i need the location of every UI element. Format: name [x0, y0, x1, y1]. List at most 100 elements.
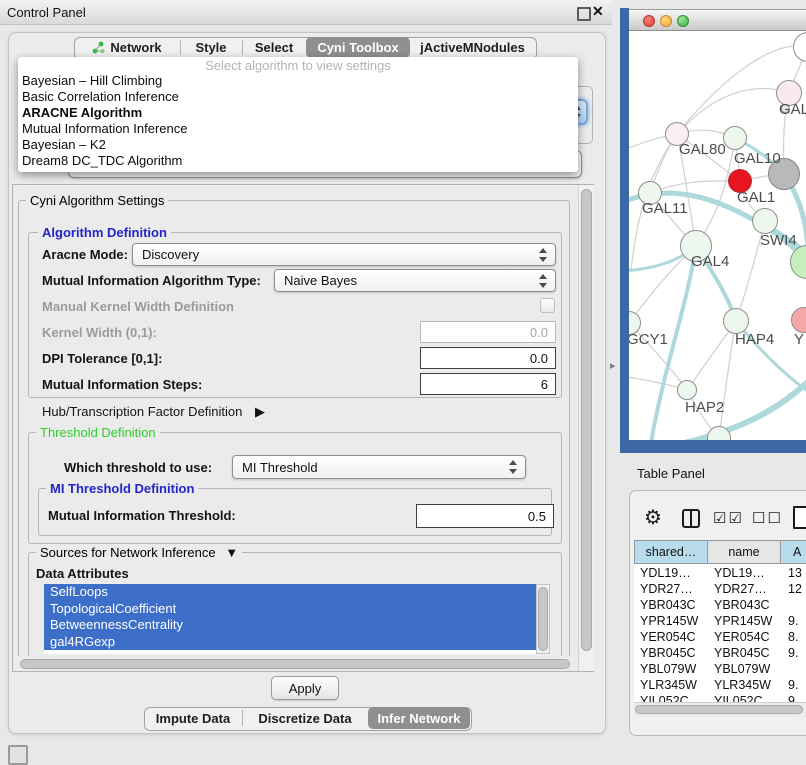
control-panel-titlebar: Control Panel ✕	[0, 0, 612, 25]
kernel-width-label: Kernel Width (0,1):	[42, 325, 157, 340]
table-row[interactable]: YIL052C	[640, 694, 689, 702]
algorithm-option[interactable]: Bayesian – K2	[18, 137, 578, 153]
tab-cyni-toolbox[interactable]: Cyni Toolbox	[306, 37, 410, 58]
close-icon[interactable]: ✕	[592, 3, 604, 20]
tab-network[interactable]: Network	[74, 37, 180, 58]
attribute-item[interactable]: TopologicalCoefficient	[44, 601, 536, 618]
mi-threshold-label: Mutual Information Threshold:	[48, 508, 236, 523]
deselect-all-checks-icon[interactable]: ☐☐	[752, 509, 783, 527]
node-gal10[interactable]	[723, 126, 747, 150]
node-hap2[interactable]	[677, 380, 697, 400]
table-row[interactable]: YDL19…	[640, 566, 691, 580]
node-label: GAL1	[737, 189, 775, 206]
tab-style[interactable]: Style	[180, 37, 242, 58]
split-columns-icon[interactable]	[682, 509, 700, 528]
tab-impute-data-label: Impute Data	[156, 711, 230, 726]
network-icon	[92, 41, 105, 54]
table-panel-title: Table Panel	[637, 466, 705, 481]
table-row[interactable]: YBR045C	[640, 646, 696, 660]
table-row[interactable]: YBL079W	[640, 662, 696, 676]
table-row[interactable]: YBR043C	[640, 598, 696, 612]
which-threshold-value: MI Threshold	[242, 460, 318, 475]
close-traffic-light[interactable]	[643, 15, 655, 27]
collapsed-panel-icon[interactable]	[8, 745, 28, 765]
attribute-item[interactable]: gal4RGexp	[44, 634, 536, 651]
mi-type-combo[interactable]: Naive Bayes	[274, 269, 556, 292]
manual-kernel-label: Manual Kernel Width Definition	[42, 299, 234, 314]
node-label: GAL10	[734, 150, 781, 167]
tab-jactivemnodules[interactable]: jActiveMNodules	[410, 37, 535, 58]
sources-group-title[interactable]: Sources for Network Inference ▼	[36, 545, 242, 560]
cyni-settings-group-title: Cyni Algorithm Settings	[26, 193, 168, 208]
node-swi4[interactable]	[752, 208, 778, 234]
mi-threshold-field[interactable]: 0.5	[416, 504, 554, 528]
tab-cyni-toolbox-label: Cyni Toolbox	[317, 40, 398, 55]
tab-discretize-data[interactable]: Discretize Data	[242, 707, 368, 729]
node-label-partial: GAL	[779, 101, 806, 118]
column-header-name-label: name	[728, 545, 759, 559]
hub-definition-label: Hub/Transcription Factor Definition	[42, 404, 242, 419]
algorithm-option[interactable]: Mutual Information Inference	[18, 121, 578, 137]
dpi-tolerance-field[interactable]: 0.0	[420, 347, 556, 369]
minimize-traffic-light[interactable]	[660, 15, 672, 27]
control-panel-title: Control Panel	[7, 5, 86, 20]
float-icon[interactable]	[577, 7, 591, 21]
network-canvas[interactable]: GAL80 GAL10 GAL1 GAL11 SWI4 GAL4 GCY1 HA…	[629, 31, 806, 440]
column-header-shared-label: shared…	[646, 545, 697, 559]
settings-horizontal-scrollbar[interactable]	[13, 656, 578, 671]
mi-steps-field[interactable]: 6	[420, 373, 556, 395]
column-header-partial[interactable]: A	[780, 540, 806, 564]
column-header-name[interactable]: name	[707, 540, 781, 564]
zoom-traffic-light[interactable]	[677, 15, 689, 27]
node-label: HAP4	[735, 331, 774, 348]
new-table-icon[interactable]	[793, 506, 806, 529]
algorithm-option[interactable]: Dream8 DC_TDC Algorithm	[18, 153, 578, 169]
attribute-item[interactable]: SelfLoops	[44, 584, 536, 601]
tab-impute-data[interactable]: Impute Data	[144, 707, 242, 729]
hub-definition-toggle[interactable]: Hub/Transcription Factor Definition ▶	[42, 404, 265, 420]
aracne-mode-combo[interactable]: Discovery	[132, 243, 556, 266]
stepper-icon	[509, 460, 518, 474]
algorithm-definition-title: Algorithm Definition	[38, 225, 171, 240]
gear-icon[interactable]: ⚙	[644, 505, 662, 530]
table-body: YDL19… YDL19… 13 YDR27… YDR27… 12 YBR043…	[634, 564, 806, 702]
tab-separator	[180, 40, 181, 55]
table-row[interactable]: YPR145W	[640, 614, 698, 628]
attributes-scrollbar[interactable]	[536, 584, 550, 654]
aracne-mode-label: Aracne Mode:	[42, 247, 128, 262]
tab-infer-network[interactable]: Infer Network	[368, 707, 470, 729]
tab-select[interactable]: Select	[242, 37, 306, 58]
stepper-icon	[539, 274, 548, 288]
algorithm-option[interactable]: Bayesian – Hill Climbing	[18, 73, 578, 89]
manual-kernel-checkbox[interactable]	[540, 298, 555, 313]
table-row[interactable]: YER054C	[640, 630, 696, 644]
kernel-width-field[interactable]: 0.0	[420, 321, 556, 343]
network-window-border	[620, 8, 629, 453]
mi-type-label: Mutual Information Algorithm Type:	[42, 273, 261, 288]
table-row[interactable]: YDR27…	[640, 582, 693, 596]
node-label: SWI4	[760, 232, 797, 249]
splitter-arrow-icon[interactable]: ▸	[610, 361, 616, 372]
page: { "colors": { "selection_blue": "#3d6fc9…	[0, 0, 806, 762]
tab-jactivemnodules-label: jActiveMNodules	[420, 40, 525, 55]
algorithm-option[interactable]: Basic Correlation Inference	[18, 89, 578, 105]
table-horizontal-scrollbar[interactable]	[634, 702, 806, 717]
which-threshold-combo[interactable]: MI Threshold	[232, 455, 526, 479]
settings-vertical-scrollbar[interactable]	[578, 185, 594, 671]
node-label: HAP2	[685, 399, 724, 416]
column-header-shared[interactable]: shared…	[634, 540, 708, 564]
apply-button[interactable]: Apply	[271, 676, 339, 700]
expand-right-icon: ▶	[255, 404, 265, 419]
sources-title-label: Sources for Network Inference	[40, 545, 216, 560]
network-window-titlebar[interactable]	[629, 9, 806, 31]
column-header-partial-label: A	[793, 545, 801, 559]
algorithm-option-selected[interactable]: ARACNE Algorithm	[18, 105, 578, 121]
select-all-checks-icon[interactable]: ☑☑	[713, 509, 744, 527]
tab-discretize-data-label: Discretize Data	[258, 711, 351, 726]
node-label: GAL80	[679, 141, 726, 158]
algorithm-popup: Select algorithm to view settings Bayesi…	[18, 57, 578, 172]
table-row[interactable]: YLR345W	[640, 678, 697, 692]
attribute-item[interactable]: BetweennessCentrality	[44, 617, 536, 634]
node-label-partial: Y	[794, 331, 804, 348]
data-attributes-list[interactable]: SelfLoops TopologicalCoefficient Between…	[44, 584, 536, 654]
